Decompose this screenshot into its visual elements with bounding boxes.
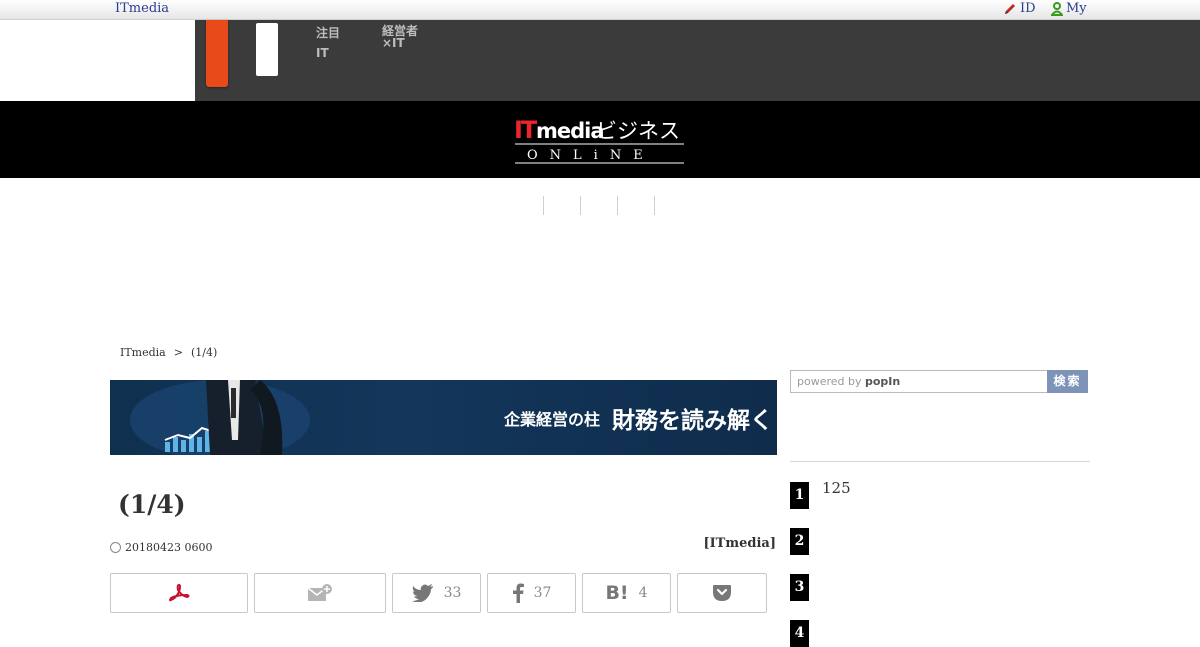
- hatena-icon: B!: [605, 582, 629, 604]
- pocket-button[interactable]: [677, 573, 767, 613]
- my-link[interactable]: My: [1051, 1, 1087, 16]
- site-header: IT media ビジネス ONLiNE: [0, 101, 1200, 178]
- hatena-count: 4: [638, 585, 648, 601]
- nav-item-executive-sub: ×IT: [382, 36, 405, 50]
- breadcrumb-home[interactable]: ITmedia: [120, 346, 166, 359]
- series-banner[interactable]: 企業経営の柱 財務を読み解く: [110, 380, 777, 455]
- my-label: My: [1066, 1, 1087, 16]
- logo-online: ONLiNE: [527, 148, 655, 163]
- search-powered-by: powered by popIn: [797, 375, 900, 388]
- user-icon: [1051, 1, 1063, 16]
- banner-businessman-image: [130, 380, 310, 455]
- facebook-share-button[interactable]: 37: [487, 573, 576, 613]
- nav-item-executive-it[interactable]: 経営者 ×IT: [382, 25, 418, 49]
- ranking-number-2: 2: [790, 528, 809, 555]
- facebook-icon: [512, 583, 524, 603]
- mail-bookmark-button[interactable]: [254, 573, 386, 613]
- logo-business: ビジネス: [596, 119, 680, 143]
- nav-logo-area: [0, 20, 195, 101]
- nav-tab-active[interactable]: [206, 20, 228, 87]
- sub-nav: [543, 196, 655, 215]
- article-date-text: 20180423 0600: [125, 541, 213, 554]
- id-label: ID: [1020, 1, 1036, 16]
- sub-nav-item[interactable]: [580, 196, 617, 215]
- twitter-count: 33: [443, 585, 462, 601]
- itmedia-top-link[interactable]: ITmedia: [115, 1, 169, 16]
- nav-item-attention-it[interactable]: 注目 IT: [316, 23, 340, 63]
- clock-icon: [110, 542, 121, 553]
- twitter-share-button[interactable]: 33: [392, 573, 481, 613]
- pocket-icon: [713, 585, 731, 601]
- pdf-button[interactable]: [110, 573, 248, 613]
- article-title: (1/4): [118, 490, 186, 519]
- popin-logo: popIn: [865, 375, 901, 388]
- sub-nav-item[interactable]: [617, 196, 654, 215]
- article-author: [ITmedia]: [703, 536, 776, 551]
- ranking-item-1[interactable]: 125: [822, 479, 851, 497]
- itmedia-business-online-logo[interactable]: IT media ビジネス ONLiNE: [514, 114, 686, 166]
- facebook-count: 37: [533, 585, 552, 601]
- search-button[interactable]: 検索: [1047, 370, 1088, 393]
- logo-media: media: [536, 119, 604, 143]
- id-link[interactable]: ID: [1003, 1, 1036, 16]
- twitter-icon: [411, 584, 433, 602]
- pdf-icon: [169, 583, 190, 602]
- nav-item-attention-label: 注目: [316, 26, 341, 40]
- nav-tab-secondary[interactable]: [256, 23, 278, 76]
- pencil-icon: [1005, 3, 1015, 14]
- search-input[interactable]: powered by popIn: [790, 370, 1048, 393]
- site-search: powered by popIn 検索: [790, 370, 1088, 393]
- breadcrumb: ITmedia > (1/4): [120, 346, 217, 359]
- sidebar-divider: [790, 461, 1090, 462]
- ranking-number-4: 4: [790, 620, 809, 647]
- banner-title: 財務を読み解く: [612, 407, 773, 434]
- banner-subtitle: 企業経営の柱: [504, 410, 601, 429]
- global-nav: 注目 IT 経営者 ×IT: [0, 20, 1200, 101]
- breadcrumb-current: (1/4): [190, 346, 218, 359]
- hatena-bookmark-button[interactable]: B! 4: [582, 573, 671, 613]
- nav-item-attention-sub: IT: [316, 46, 329, 60]
- article-date: 20180423 0600: [110, 541, 212, 554]
- ranking-number-1: 1: [790, 482, 809, 509]
- breadcrumb-separator: >: [173, 346, 183, 359]
- sub-nav-item[interactable]: [543, 196, 580, 215]
- logo-it: IT: [514, 116, 538, 144]
- powered-by-label: powered by: [797, 375, 862, 388]
- ranking-number-3: 3: [790, 574, 809, 601]
- sub-nav-divider: [654, 196, 655, 215]
- mail-plus-icon: [307, 584, 332, 601]
- top-utility-bar: ITmedia ID My: [0, 0, 1200, 20]
